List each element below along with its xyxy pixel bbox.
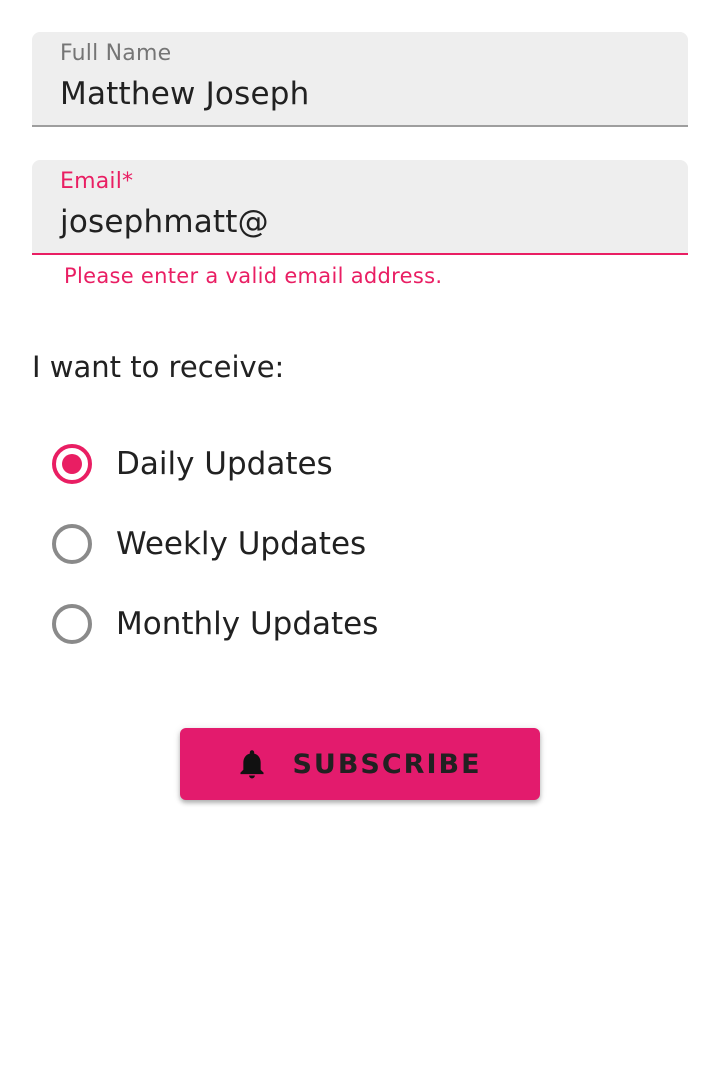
email-error-message: Please enter a valid email address. bbox=[64, 264, 443, 288]
full-name-field[interactable]: Full Name Matthew Joseph bbox=[32, 32, 688, 127]
email-input[interactable]: josephmatt@ bbox=[60, 204, 269, 240]
receive-group-label: I want to receive: bbox=[32, 350, 285, 384]
subscribe-button[interactable]: SUBSCRIBE bbox=[180, 728, 540, 800]
radio-label-daily: Daily Updates bbox=[116, 446, 333, 482]
radio-option-weekly[interactable]: Weekly Updates bbox=[52, 523, 366, 565]
radio-label-weekly: Weekly Updates bbox=[116, 526, 367, 562]
email-label: Email* bbox=[60, 169, 134, 194]
radio-option-monthly[interactable]: Monthly Updates bbox=[52, 603, 378, 645]
subscription-form: Full Name Matthew Joseph Email* josephma… bbox=[0, 0, 720, 1076]
radio-option-daily[interactable]: Daily Updates bbox=[52, 443, 333, 485]
email-field[interactable]: Email* josephmatt@ bbox=[32, 160, 688, 255]
radio-button-monthly[interactable] bbox=[52, 604, 92, 644]
radio-selected-dot bbox=[62, 454, 82, 474]
bell-icon bbox=[238, 749, 266, 779]
full-name-input[interactable]: Matthew Joseph bbox=[60, 76, 309, 112]
radio-button-daily[interactable] bbox=[52, 444, 92, 484]
radio-button-weekly[interactable] bbox=[52, 524, 92, 564]
full-name-label: Full Name bbox=[60, 41, 172, 66]
subscribe-button-label: SUBSCRIBE bbox=[292, 748, 482, 780]
radio-label-monthly: Monthly Updates bbox=[116, 606, 379, 642]
